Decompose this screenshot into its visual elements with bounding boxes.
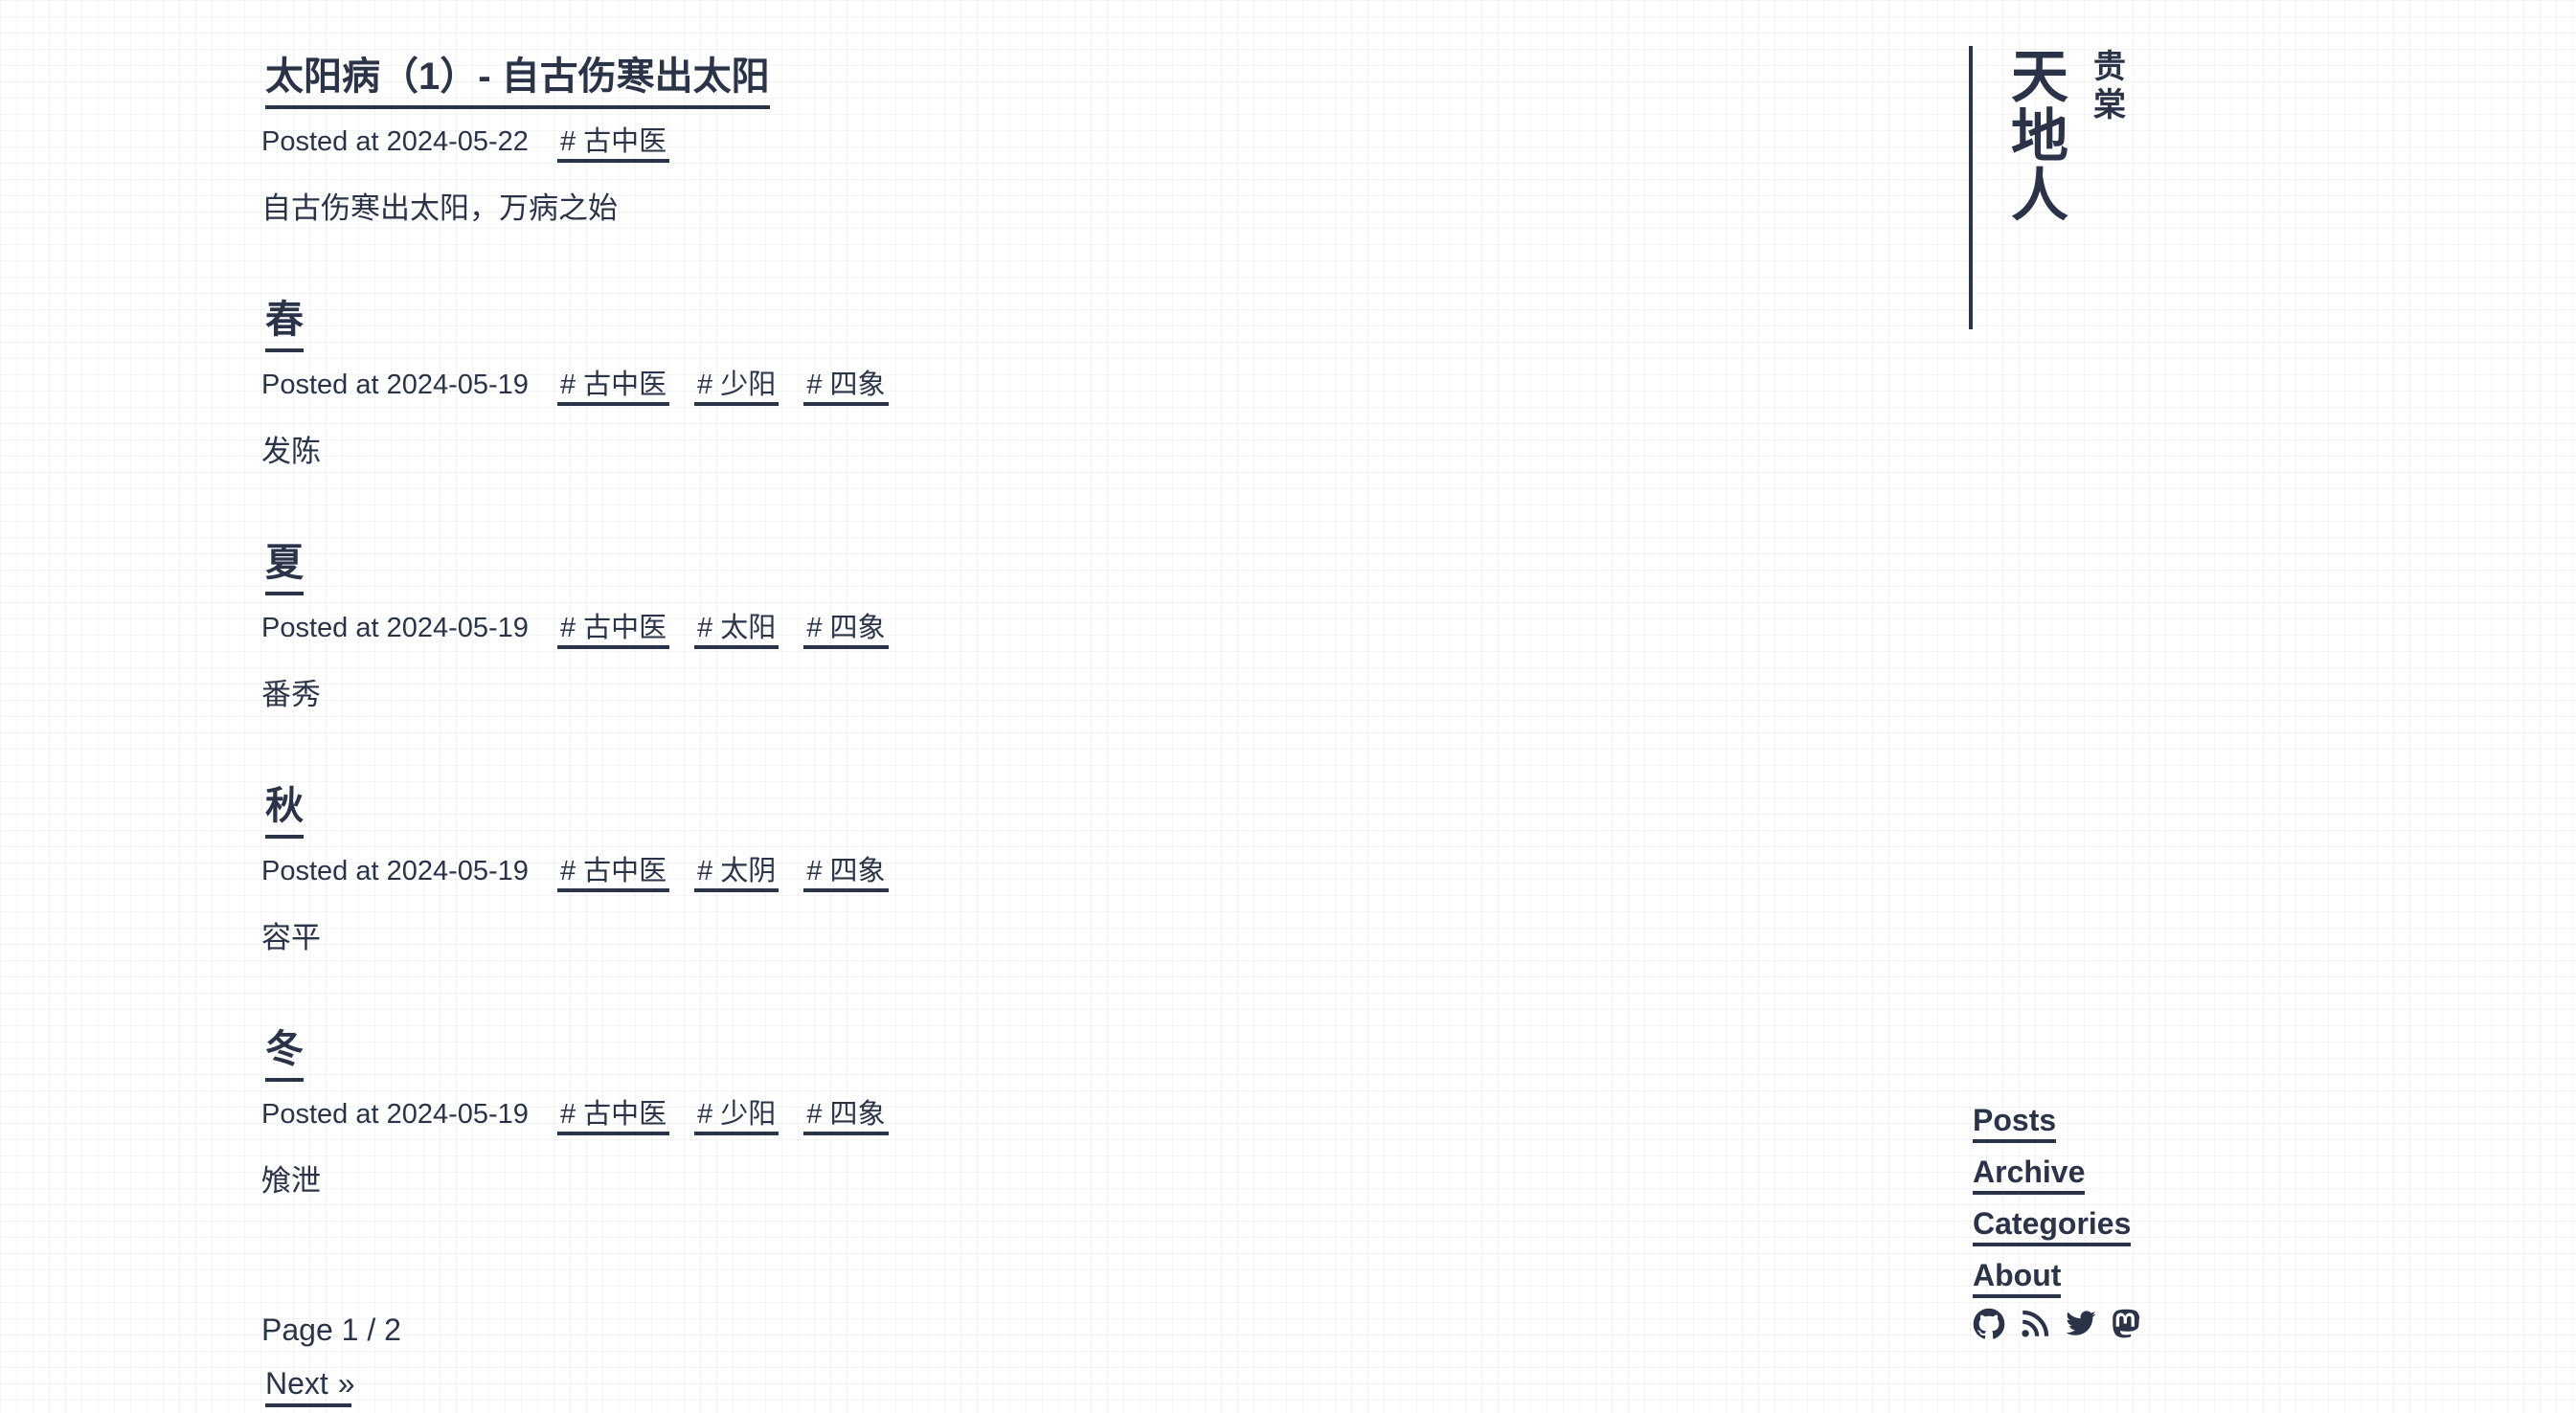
site-author-char: 贵: [2093, 48, 2126, 86]
mastodon-icon[interactable]: [2111, 1308, 2143, 1340]
post-meta: Posted at 2024-05-19 # 古中医 # 太阳 # 四象: [261, 609, 1602, 651]
site-title-char: 天: [2011, 44, 2068, 111]
post-title-link[interactable]: 春: [265, 291, 304, 352]
nav-item-label: About: [1973, 1256, 2062, 1298]
social-links: [1973, 1308, 2143, 1340]
double-chevron-right-icon: »: [337, 1366, 355, 1401]
site-title-char: 地: [2011, 103, 2068, 170]
tag-link[interactable]: # 少阳: [694, 1095, 780, 1135]
post-title-link[interactable]: 冬: [265, 1020, 304, 1082]
site-author: 贵 棠: [2093, 48, 2132, 124]
post-summary: 自古伤寒出太阳，万病之始: [261, 191, 618, 225]
tag-link[interactable]: # 太阳: [694, 609, 780, 649]
tag-link[interactable]: # 少阳: [694, 366, 780, 406]
site-title-char: 人: [2011, 163, 2068, 230]
post-title-link[interactable]: 太阳病（1）- 自古伤寒出太阳: [265, 48, 770, 109]
github-icon[interactable]: [1973, 1308, 2005, 1340]
site-author-char: 棠: [2093, 86, 2126, 124]
post-title-link[interactable]: 夏: [265, 534, 304, 595]
site-nav: Posts Archive Categories About: [1973, 1101, 2143, 1340]
post-item: 秋 Posted at 2024-05-19 # 古中医 # 太阴 # 四象 容平: [261, 777, 1602, 959]
pagination: Page 1 / 2 Next »: [261, 1308, 1602, 1407]
nav-item-archive[interactable]: Archive: [1973, 1153, 2143, 1195]
nav-item-label: Archive: [1973, 1153, 2086, 1195]
nav-item-label: Categories: [1973, 1204, 2132, 1246]
post-item: 春 Posted at 2024-05-19 # 古中医 # 少阳 # 四象 发陈: [261, 291, 1602, 473]
post-meta: Posted at 2024-05-22 # 古中医: [261, 123, 1602, 165]
post-summary: 容平: [261, 921, 321, 954]
tag-link[interactable]: # 四象: [803, 366, 889, 406]
next-page-link[interactable]: Next »: [265, 1363, 355, 1407]
post-summary: 番秀: [261, 678, 321, 711]
next-page-label: Next: [265, 1366, 328, 1401]
post-item: 冬 Posted at 2024-05-19 # 古中医 # 少阳 # 四象 飧泄: [261, 1020, 1602, 1202]
post-meta: Posted at 2024-05-19 # 古中医 # 太阴 # 四象: [261, 852, 1602, 894]
post-meta: Posted at 2024-05-19 # 古中医 # 少阳 # 四象: [261, 366, 1602, 408]
vertical-divider: [1969, 46, 1973, 329]
tag-link[interactable]: # 古中医: [556, 609, 670, 649]
page-indicator: Page 1 / 2: [261, 1312, 401, 1347]
site-title-link[interactable]: 天 地 人: [2011, 48, 2078, 226]
post-date: Posted at 2024-05-19: [261, 1099, 529, 1130]
nav-item-about[interactable]: About: [1973, 1256, 2143, 1298]
posts-list: 太阳病（1）- 自古伤寒出太阳 Posted at 2024-05-22 # 古中…: [261, 48, 1602, 1202]
tag-link[interactable]: # 古中医: [556, 1095, 670, 1135]
tag-link[interactable]: # 古中医: [556, 852, 670, 892]
post-summary: 飧泄: [261, 1164, 321, 1198]
tag-link[interactable]: # 古中医: [556, 366, 670, 406]
rss-icon[interactable]: [2019, 1308, 2051, 1340]
twitter-icon[interactable]: [2065, 1308, 2097, 1340]
post-summary: 发陈: [261, 435, 321, 468]
tag-link[interactable]: # 四象: [803, 1095, 889, 1135]
post-date: Posted at 2024-05-19: [261, 613, 529, 643]
post-date: Posted at 2024-05-19: [261, 370, 529, 400]
tag-link[interactable]: # 四象: [803, 609, 889, 649]
post-date: Posted at 2024-05-22: [261, 126, 529, 157]
tag-link[interactable]: # 四象: [803, 852, 889, 892]
tag-link[interactable]: # 太阴: [694, 852, 780, 892]
nav-item-label: Posts: [1973, 1101, 2057, 1143]
main-content: 太阳病（1）- 自古伤寒出太阳 Posted at 2024-05-22 # 古中…: [261, 48, 1602, 1407]
post-meta: Posted at 2024-05-19 # 古中医 # 少阳 # 四象: [261, 1095, 1602, 1137]
nav-item-categories[interactable]: Categories: [1973, 1204, 2143, 1246]
tag-link[interactable]: # 古中医: [556, 123, 670, 163]
post-date: Posted at 2024-05-19: [261, 856, 529, 886]
post-item: 太阳病（1）- 自古伤寒出太阳 Posted at 2024-05-22 # 古中…: [261, 48, 1602, 230]
post-title-link[interactable]: 秋: [265, 777, 304, 839]
nav-item-posts[interactable]: Posts: [1973, 1101, 2143, 1143]
post-item: 夏 Posted at 2024-05-19 # 古中医 # 太阳 # 四象 番秀: [261, 534, 1602, 716]
